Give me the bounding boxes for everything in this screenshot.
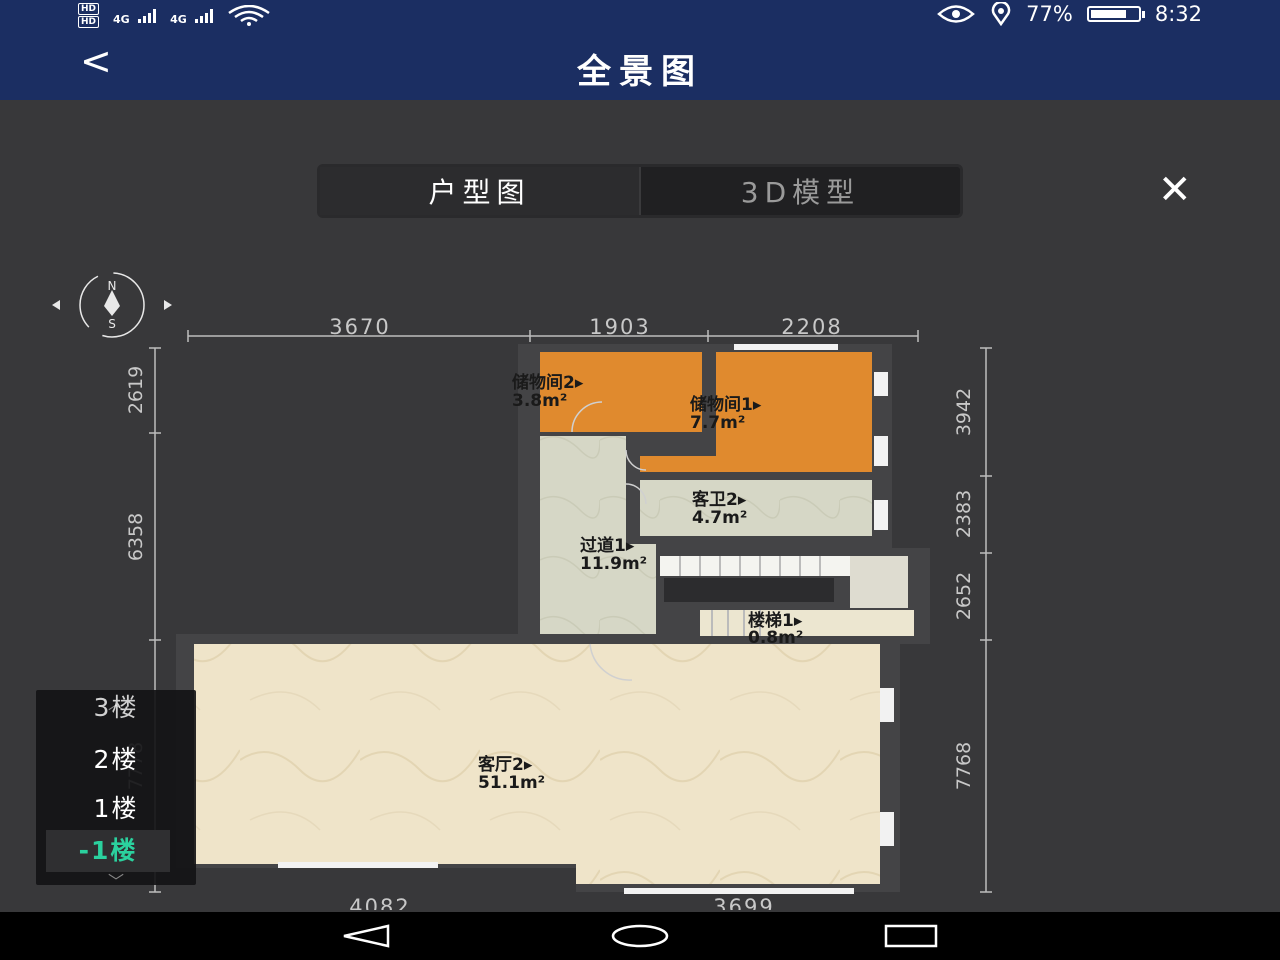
room-corridor-area: 11.9m² xyxy=(580,554,647,574)
compass-south-label: S xyxy=(108,317,116,331)
signal-sim1: 4G xyxy=(113,4,157,28)
room-living-room-name: 客厅2▸ xyxy=(477,754,533,775)
app-header: HD HD 4G 4G 77% 8:32 < 全景图 xyxy=(0,0,1280,100)
room-storage-1-area: 7.7m² xyxy=(690,413,745,433)
room-storage-1-name: 储物间1▸ xyxy=(690,394,762,415)
compass-icon: N S xyxy=(52,272,172,338)
living-room-notch xyxy=(576,864,880,884)
dim-top-1: 3670 xyxy=(329,315,390,339)
chevron-down-icon[interactable]: ﹀ xyxy=(36,868,196,885)
hd-badge-1: HD xyxy=(78,3,100,15)
signal-sim2: 4G xyxy=(170,4,214,28)
dim-right-1: 3942 xyxy=(953,388,975,436)
dim-right-3: 2652 xyxy=(953,572,975,620)
dim-left-1: 2619 xyxy=(125,366,147,414)
status-left: HD HD 4G 4G xyxy=(78,3,271,29)
floor-option-b1-selected[interactable]: -1楼 xyxy=(46,830,170,872)
clock: 8:32 xyxy=(1154,2,1202,26)
eye-icon xyxy=(937,5,976,23)
floor-selector: ︿ 3楼 2楼 1楼 -1楼 ﹀ xyxy=(36,690,196,885)
room-guest-bath-name: 客卫2▸ xyxy=(691,489,747,510)
cell-signal-icon xyxy=(138,9,157,23)
wifi-icon xyxy=(228,5,270,26)
dim-right-2: 2383 xyxy=(953,490,975,538)
view-mode-switch: 户型图 3D模型 xyxy=(320,167,960,215)
dim-top-2: 1903 xyxy=(589,315,650,339)
room-living-room[interactable] xyxy=(194,644,880,864)
network-type-label: 4G xyxy=(113,13,130,26)
hd-badge-2: HD xyxy=(78,16,100,28)
room-storage-2-area: 3.8m² xyxy=(512,391,567,411)
dim-right-4: 7768 xyxy=(953,742,975,790)
dim-top-3: 2208 xyxy=(781,315,842,339)
room-corridor[interactable] xyxy=(540,436,626,634)
room-guest-bath-area: 4.7m² xyxy=(692,508,747,528)
page-title: 全景图 xyxy=(577,52,703,92)
status-right: 77% 8:32 xyxy=(936,2,1202,26)
recents-square-icon[interactable] xyxy=(884,924,938,948)
room-living-room-area: 51.1m² xyxy=(478,773,545,793)
room-stairs-area: 0.8m² xyxy=(748,628,803,648)
location-icon xyxy=(991,2,1011,26)
room-corridor-name: 过道1▸ xyxy=(580,535,635,556)
network-type-label: 4G xyxy=(170,13,187,26)
cell-signal-icon xyxy=(195,9,214,23)
battery-percent: 77% xyxy=(1026,2,1073,26)
status-bar: HD HD 4G 4G 77% 8:32 xyxy=(0,0,1280,30)
compass-north-label: N xyxy=(108,279,117,293)
floor-option-2[interactable]: 2楼 xyxy=(36,740,196,776)
home-circle-icon[interactable] xyxy=(610,924,670,948)
dim-left-2: 6358 xyxy=(125,513,147,561)
floor-option-1[interactable]: 1楼 xyxy=(36,789,196,825)
dim-bottom-1: 4082 xyxy=(349,895,410,910)
room-guest-bath[interactable] xyxy=(640,480,872,536)
hd-indicators: HD HD xyxy=(78,3,100,29)
tab-floor-plan[interactable]: 户型图 xyxy=(320,167,641,215)
battery-icon xyxy=(1086,6,1145,22)
close-x-icon[interactable]: ✕ xyxy=(1158,170,1192,210)
system-nav-bar xyxy=(0,912,1280,960)
tab-3d-model[interactable]: 3D模型 xyxy=(641,167,960,215)
room-storage-2-name: 储物间2▸ xyxy=(512,372,584,393)
dim-bottom-2: 3699 xyxy=(713,895,774,910)
floor-option-3[interactable]: 3楼 xyxy=(36,690,196,724)
back-triangle-icon[interactable] xyxy=(340,924,392,948)
